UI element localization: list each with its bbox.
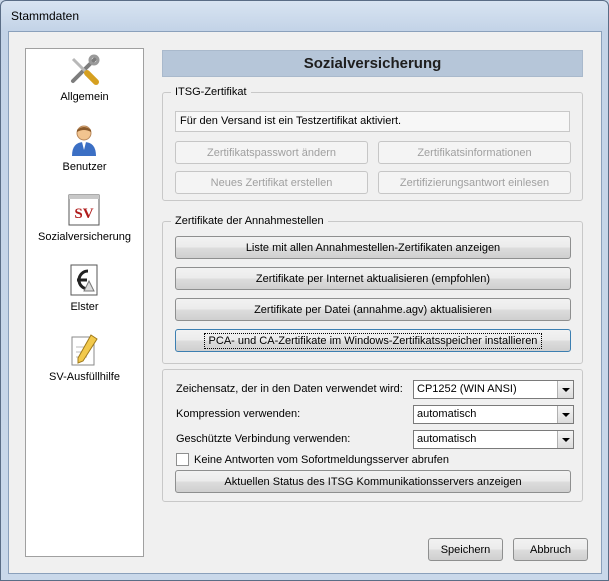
user-icon [72, 125, 96, 156]
sidebar-item-label: Elster [70, 301, 99, 313]
secure-connection-select[interactable]: automatisch [413, 430, 574, 449]
certificate-info-button[interactable]: Zertifikatsinformationen [378, 141, 571, 164]
chevron-down-icon [557, 431, 573, 448]
save-button[interactable]: Speichern [428, 538, 503, 561]
compression-value: automatisch [417, 408, 477, 420]
change-password-button[interactable]: Zertifikatspasswort ändern [175, 141, 368, 164]
sidebar-item-benutzer[interactable]: Benutzer [26, 121, 143, 187]
group-title: Zertifikate der Annahmestellen [171, 215, 328, 227]
charset-label: Zeichensatz, der in den Daten verwendet … [176, 383, 403, 395]
secure-connection-value: automatisch [417, 433, 477, 445]
sidebar-item-label: Allgemein [60, 91, 109, 103]
read-certificate-response-button[interactable]: Zertifizierungsantwort einlesen [378, 171, 571, 194]
secure-connection-label: Geschützte Verbindung verwenden: [176, 433, 351, 445]
dialog-client-area: Allgemein Benutzer SV Sozialversicherung [8, 31, 602, 574]
list-certificates-button[interactable]: Liste mit allen Annahmestellen-Zertifika… [175, 236, 571, 259]
install-windows-certificates-button[interactable]: PCA- und CA-Zertifikate im Windows-Zerti… [175, 329, 571, 352]
no-answers-label: Keine Antworten vom Sofortmeldungsserver… [194, 454, 449, 466]
sv-icon-text: SV [74, 206, 93, 222]
acceptance-certificates-group: Zertifikate der Annahmestellen Liste mit… [162, 215, 583, 364]
cancel-button[interactable]: Abbruch [513, 538, 588, 561]
itsg-certificate-group: ITSG-Zertifikat Für den Versand ist ein … [162, 86, 583, 201]
title-bar[interactable]: Stammdaten [1, 1, 608, 31]
sidebar-item-label: SV-Ausfüllhilfe [49, 371, 120, 383]
dialog-window: Stammdaten Allgemein Benutzer SV Sozialv… [0, 0, 609, 581]
compression-select[interactable]: automatisch [413, 405, 574, 424]
category-sidebar: Allgemein Benutzer SV Sozialversicherung [25, 48, 144, 557]
sidebar-item-sv-ausfuellhilfe[interactable]: SV-Ausfüllhilfe [26, 331, 143, 397]
window-title: Stammdaten [11, 9, 80, 23]
certificate-status-text: Für den Versand ist ein Testzertifikat a… [175, 111, 570, 132]
charset-value: CP1252 (WIN ANSI) [417, 383, 517, 395]
update-via-internet-button[interactable]: Zertifikate per Internet aktualisieren (… [175, 267, 571, 290]
sidebar-item-allgemein[interactable]: Allgemein [26, 51, 143, 117]
page-title: Sozialversicherung [162, 50, 583, 77]
install-button-label: PCA- und CA-Zertifikate im Windows-Zerti… [203, 332, 543, 349]
group-title: ITSG-Zertifikat [171, 86, 251, 98]
show-server-status-button[interactable]: Aktuellen Status des ITSG Kommunikations… [175, 470, 571, 493]
sidebar-item-sozialversicherung[interactable]: SV Sozialversicherung [26, 191, 143, 257]
chevron-down-icon [557, 381, 573, 398]
elster-icon [70, 264, 98, 296]
pencil-document-icon [71, 334, 98, 366]
sv-icon: SV [68, 194, 100, 226]
connection-settings-group: Zeichensatz, der in den Daten verwendet … [162, 369, 583, 502]
chevron-down-icon [557, 406, 573, 423]
sidebar-item-label: Sozialversicherung [38, 231, 131, 243]
tools-icon [71, 54, 100, 85]
charset-select[interactable]: CP1252 (WIN ANSI) [413, 380, 574, 399]
compression-label: Kompression verwenden: [176, 408, 301, 420]
no-answers-checkbox[interactable] [176, 453, 189, 466]
new-certificate-button[interactable]: Neues Zertifikat erstellen [175, 171, 368, 194]
sidebar-item-elster[interactable]: Elster [26, 261, 143, 327]
sidebar-item-label: Benutzer [62, 161, 107, 173]
update-via-file-button[interactable]: Zertifikate per Datei (annahme.agv) aktu… [175, 298, 571, 321]
